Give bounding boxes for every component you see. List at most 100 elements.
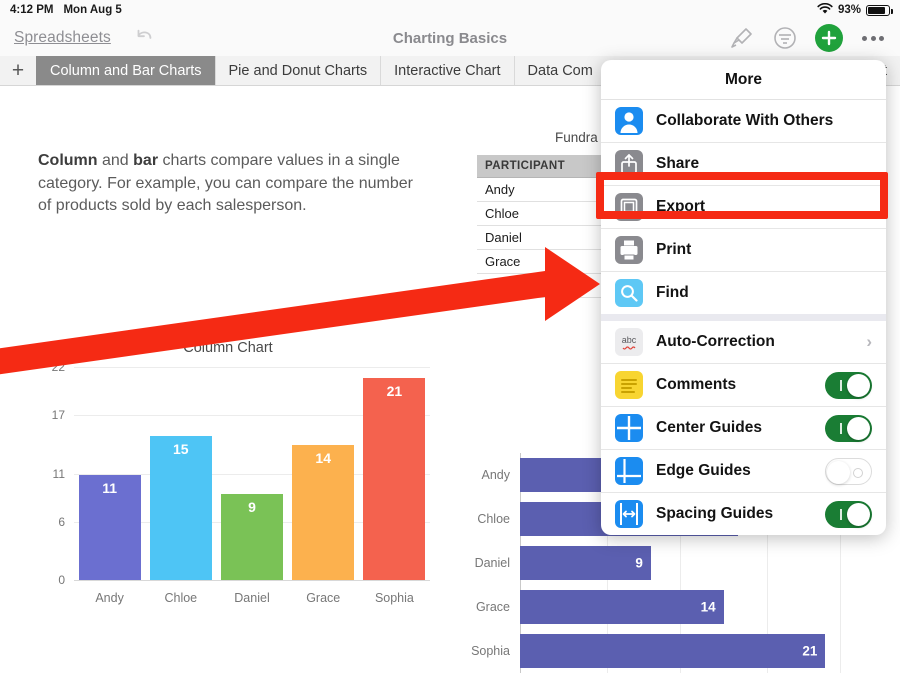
export-icon xyxy=(615,193,643,221)
column-chart-value-label: 9 xyxy=(221,499,283,515)
description-mid: and xyxy=(98,152,134,169)
column-chart-bar[interactable]: 9 xyxy=(221,494,283,581)
toolbar-actions xyxy=(729,24,886,52)
column-chart-x-tick: Andy xyxy=(74,591,145,605)
menu-item-export[interactable]: Export xyxy=(601,186,886,229)
bar-chart-y-tick: Daniel xyxy=(475,556,510,570)
abc-icon: abc xyxy=(615,328,643,356)
column-chart-column[interactable]: 11 xyxy=(74,368,145,581)
bar-chart-y-tick: Grace xyxy=(476,600,510,614)
wifi-icon xyxy=(817,3,833,18)
status-bar-right: 93% xyxy=(817,3,890,18)
column-chart-y-tick: 11 xyxy=(53,467,65,481)
menu-item-label: Edge Guides xyxy=(656,462,812,480)
chevron-right-icon: › xyxy=(866,332,872,352)
bar-chart-value-label: 21 xyxy=(802,644,817,659)
menu-item-label: Share xyxy=(656,155,872,173)
menu-item-collaborate-with-others[interactable]: Collaborate With Others xyxy=(601,100,886,143)
column-chart-x-axis xyxy=(74,580,430,581)
menu-item-label: Comments xyxy=(656,376,812,394)
column-chart-bar[interactable]: 15 xyxy=(150,436,212,581)
center-guides-icon xyxy=(615,414,643,442)
column-chart-bar[interactable]: 11 xyxy=(79,475,141,582)
column-chart-value-label: 21 xyxy=(363,383,425,399)
column-chart-column[interactable]: 14 xyxy=(288,368,359,581)
back-to-spreadsheets-link[interactable]: Spreadsheets xyxy=(14,29,111,47)
status-date: Mon Aug 5 xyxy=(63,4,121,16)
menu-item-comments[interactable]: Comments xyxy=(601,364,886,407)
menu-item-spacing-guides[interactable]: Spacing Guides xyxy=(601,493,886,535)
column-chart-column[interactable]: 9 xyxy=(216,368,287,581)
column-chart-plot: 06111722111591421 xyxy=(74,368,430,581)
column-chart-bar[interactable]: 14 xyxy=(292,445,354,581)
column-chart-y-tick: 0 xyxy=(58,573,65,587)
menu-item-label: Print xyxy=(656,241,872,259)
bar-chart-row[interactable]: Sophia21 xyxy=(520,634,840,668)
description-text: Column and bar charts compare values in … xyxy=(38,150,428,218)
menu-item-edge-guides[interactable]: Edge Guides xyxy=(601,450,886,493)
menu-item-label: Collaborate With Others xyxy=(656,112,872,130)
popup-group-actions: Collaborate With Others Share Export Print F… xyxy=(601,100,886,314)
spacing-guides-icon xyxy=(615,500,643,528)
app-root: 4:12 PM Mon Aug 5 93% Spreadsheets Chart… xyxy=(0,0,900,675)
menu-item-label: Find xyxy=(656,284,872,302)
add-sheet-button[interactable]: + xyxy=(0,56,36,85)
menu-item-label: Spacing Guides xyxy=(656,505,812,523)
menu-item-label: Export xyxy=(656,198,872,216)
popup-separator xyxy=(601,314,886,321)
column-chart-x-tick: Grace xyxy=(288,591,359,605)
column-chart-bars: 11 15 9 14 21 xyxy=(74,368,430,581)
add-button[interactable] xyxy=(815,24,843,52)
menu-item-center-guides[interactable]: Center Guides xyxy=(601,407,886,450)
status-time: 4:12 PM xyxy=(10,4,53,16)
format-brush-icon[interactable] xyxy=(729,25,755,51)
insert-icon[interactable] xyxy=(772,25,798,51)
bar-chart-row[interactable]: Daniel9 xyxy=(520,546,840,580)
bar-chart-value-label: 14 xyxy=(701,600,716,615)
column-chart-column[interactable]: 15 xyxy=(145,368,216,581)
column-chart-y-tick: 22 xyxy=(52,360,65,374)
description-bold-column: Column xyxy=(38,152,98,169)
tab-column-and-bar-charts[interactable]: Column and Bar Charts xyxy=(36,56,215,85)
tab-pie-and-donut-charts[interactable]: Pie and Donut Charts xyxy=(215,56,381,85)
menu-item-auto-correction[interactable]: abcAuto-Correction› xyxy=(601,321,886,364)
menu-item-find[interactable]: Find xyxy=(601,272,886,314)
toggle-switch[interactable] xyxy=(825,415,872,442)
popup-title: More xyxy=(601,60,886,100)
tab-data-comparison[interactable]: Data Com xyxy=(514,56,606,85)
search-icon xyxy=(615,279,643,307)
status-bar-left: 4:12 PM Mon Aug 5 xyxy=(10,4,122,16)
bar-chart-bar[interactable]: 9 xyxy=(520,546,651,580)
menu-item-label: Center Guides xyxy=(656,419,812,437)
column-chart-x-labels: AndyChloeDanielGraceSophia xyxy=(74,591,430,605)
more-popup-menu[interactable]: More Collaborate With Others Share Export P… xyxy=(601,60,886,535)
menu-item-share[interactable]: Share xyxy=(601,143,886,186)
tab-interactive-chart[interactable]: Interactive Chart xyxy=(380,56,513,85)
bar-chart-bar[interactable]: 21 xyxy=(520,634,825,668)
menu-item-print[interactable]: Print xyxy=(601,229,886,272)
bar-chart-bar[interactable]: 14 xyxy=(520,590,724,624)
toggle-knob xyxy=(847,503,870,526)
toggle-switch[interactable] xyxy=(825,372,872,399)
printer-icon xyxy=(615,236,643,264)
battery-percent: 93% xyxy=(838,4,861,16)
bar-chart-row[interactable]: Grace14 xyxy=(520,590,840,624)
toggle-switch[interactable] xyxy=(825,458,872,485)
toggle-knob xyxy=(847,374,870,397)
column-chart-column[interactable]: 21 xyxy=(359,368,430,581)
column-chart[interactable]: Column Chart 06111722111591421 AndyChloe… xyxy=(18,340,438,617)
column-chart-bar[interactable]: 21 xyxy=(363,378,425,581)
column-chart-y-tick: 17 xyxy=(52,408,65,422)
bar-chart-y-tick: Sophia xyxy=(471,644,510,658)
battery-icon xyxy=(866,5,890,16)
undo-icon[interactable] xyxy=(133,27,155,49)
column-chart-value-label: 11 xyxy=(79,480,141,496)
edge-guides-icon xyxy=(615,457,643,485)
description-bold-bar: bar xyxy=(133,152,158,169)
column-chart-x-tick: Sophia xyxy=(359,591,430,605)
more-dots-icon[interactable] xyxy=(860,30,886,47)
column-chart-x-tick: Daniel xyxy=(216,591,287,605)
toggle-switch[interactable] xyxy=(825,501,872,528)
bar-chart-y-tick: Andy xyxy=(482,468,511,482)
toggle-knob xyxy=(827,461,850,484)
